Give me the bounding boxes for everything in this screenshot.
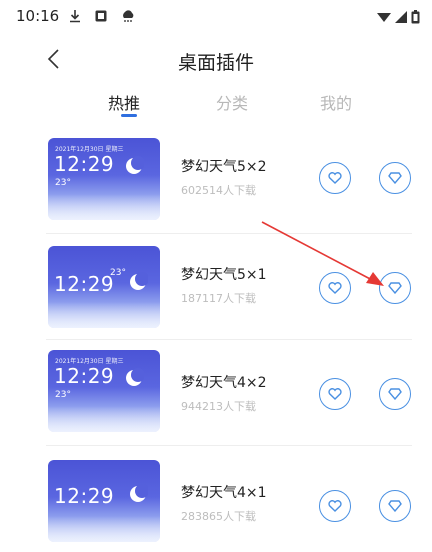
preview-time: 12:29 — [54, 152, 115, 176]
app-header: 桌面插件 — [0, 42, 432, 78]
list-item[interactable]: 12:29 23° 梦幻天气5×1 187117人下载 — [0, 234, 432, 340]
widget-name: 梦幻天气5×2 — [181, 159, 267, 175]
tab-mine[interactable]: 我的 — [320, 90, 352, 114]
moon-icon — [130, 484, 148, 502]
apply-button[interactable] — [379, 378, 411, 410]
heart-icon — [328, 500, 342, 512]
favorite-button[interactable] — [319, 490, 351, 522]
preview-temperature: 23° — [55, 178, 71, 188]
apply-button[interactable] — [379, 272, 411, 304]
preview-time: 12:29 — [54, 364, 115, 388]
list-item[interactable]: 12:29 梦幻天气4×1 283865人下载 — [0, 446, 432, 552]
diamond-icon — [388, 172, 402, 184]
active-tab-indicator — [121, 114, 137, 117]
heart-icon — [328, 172, 342, 184]
download-count: 944213人下载 — [181, 400, 256, 413]
download-count: 283865人下载 — [181, 510, 256, 523]
heart-icon — [328, 388, 342, 400]
moon-icon — [126, 156, 144, 174]
preview-time: 12:29 — [54, 272, 115, 296]
apply-button[interactable] — [379, 490, 411, 522]
download-count: 187117人下载 — [181, 292, 256, 305]
widget-preview-image: 2021年12月30日 星期三 12:29 23° — [48, 138, 160, 220]
download-count: 602514人下载 — [181, 184, 256, 197]
favorite-button[interactable] — [319, 162, 351, 194]
favorite-button[interactable] — [319, 378, 351, 410]
preview-temperature: 23° — [55, 390, 71, 400]
image-icon — [95, 10, 107, 22]
preview-time: 12:29 — [54, 484, 115, 508]
widget-preview-image: 12:29 23° — [48, 246, 160, 328]
heart-icon — [328, 282, 342, 294]
favorite-button[interactable] — [319, 272, 351, 304]
tab-category[interactable]: 分类 — [216, 90, 248, 114]
diamond-icon — [388, 388, 402, 400]
weather-icon — [123, 10, 134, 22]
status-notification-icons — [68, 9, 136, 23]
battery-icon — [411, 10, 420, 24]
widget-name: 梦幻天气5×1 — [181, 267, 267, 283]
preview-temperature: 23° — [110, 268, 126, 278]
widget-preview-image: 2021年12月30日 星期三 12:29 23° — [48, 350, 160, 432]
moon-icon — [126, 368, 144, 386]
wifi-icon — [377, 13, 391, 22]
widget-name: 梦幻天气4×2 — [181, 375, 267, 391]
diamond-icon — [388, 282, 402, 294]
diamond-icon — [388, 500, 402, 512]
apply-button[interactable] — [379, 162, 411, 194]
widget-preview-image: 12:29 — [48, 460, 160, 542]
tab-hot[interactable]: 热推 — [108, 90, 140, 114]
moon-icon — [130, 272, 148, 290]
download-icon — [70, 10, 80, 23]
tab-bar: 热推 分类 我的 — [0, 90, 432, 120]
status-time: 10:16 — [16, 7, 60, 25]
list-item[interactable]: 2021年12月30日 星期三 12:29 23° 梦幻天气5×2 602514… — [0, 128, 432, 234]
status-bar: 10:16 — [0, 0, 432, 34]
widget-name: 梦幻天气4×1 — [181, 485, 267, 501]
list-item[interactable]: 2021年12月30日 星期三 12:29 23° 梦幻天气4×2 944213… — [0, 340, 432, 446]
signal-icon — [395, 11, 407, 23]
page-title: 桌面插件 — [177, 52, 254, 74]
